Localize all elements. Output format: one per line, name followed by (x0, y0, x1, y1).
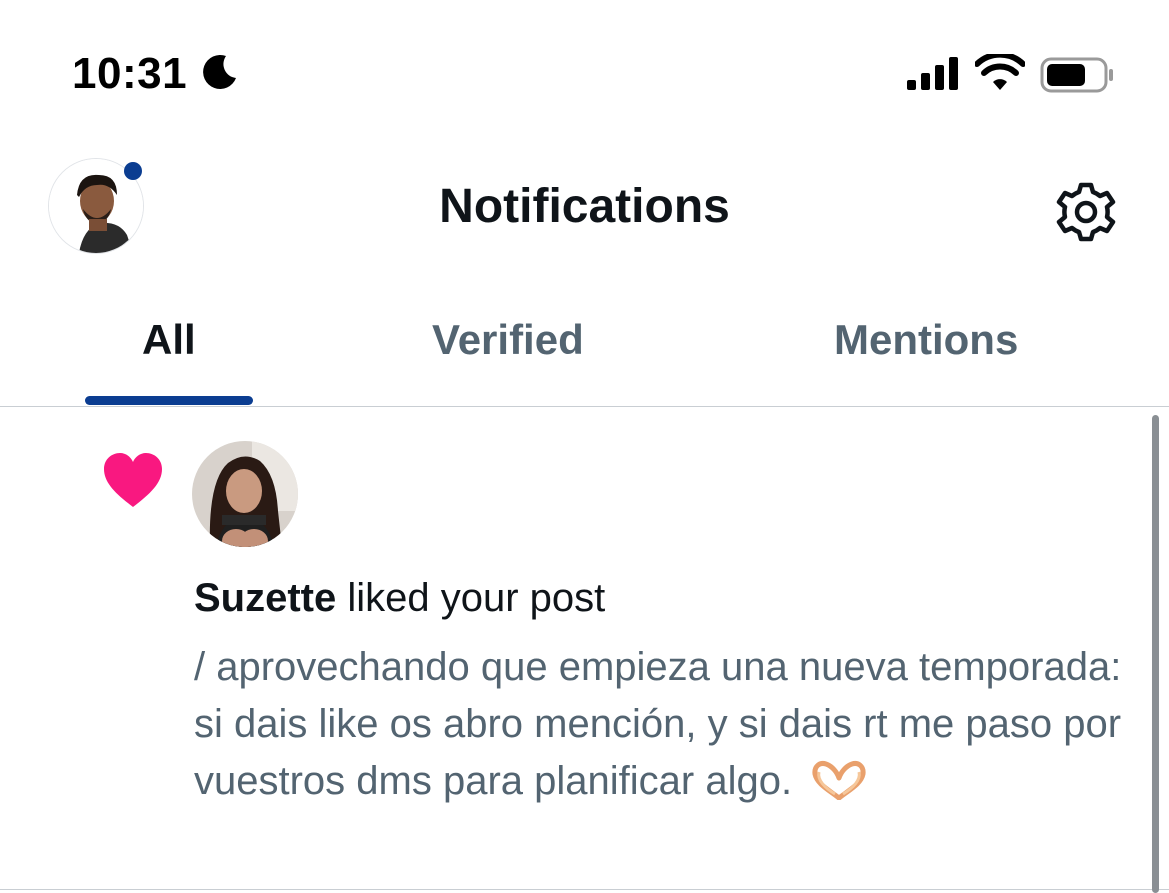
user-avatar[interactable] (192, 441, 298, 547)
scrollbar[interactable] (1152, 415, 1159, 893)
gear-icon[interactable] (1050, 176, 1122, 248)
notification-username[interactable]: Suzette (194, 576, 336, 620)
cellular-signal-icon (907, 57, 958, 90)
page-title: Notifications (439, 180, 730, 233)
post-text: / aprovechando que empieza una nueva tem… (194, 645, 1122, 803)
heart-hands-emoji (812, 761, 866, 800)
wifi-icon (975, 54, 1025, 90)
notification-post-text: / aprovechando que empieza una nueva tem… (194, 639, 1124, 810)
notification-summary: Suzette liked your post (194, 573, 605, 623)
notifications-screen: 10:31 Notifications All Verified Mention… (0, 0, 1169, 893)
notification-action: liked your post (336, 576, 606, 620)
active-tab-indicator (85, 396, 253, 405)
header: Notifications (0, 150, 1169, 270)
tab-verified[interactable]: Verified (432, 312, 584, 368)
status-bar: 10:31 (0, 0, 1169, 150)
tab-all[interactable]: All (142, 312, 196, 368)
tab-mentions[interactable]: Mentions (834, 312, 1018, 368)
status-time: 10:31 (72, 49, 188, 98)
divider (0, 889, 1169, 890)
notification-item[interactable]: Suzette liked your post / aprovechando q… (0, 407, 1169, 893)
moon-icon (203, 54, 236, 89)
user-photo (192, 441, 298, 547)
tab-bar: All Verified Mentions (0, 292, 1169, 407)
heart-icon (104, 453, 162, 507)
battery-icon (1040, 57, 1113, 93)
